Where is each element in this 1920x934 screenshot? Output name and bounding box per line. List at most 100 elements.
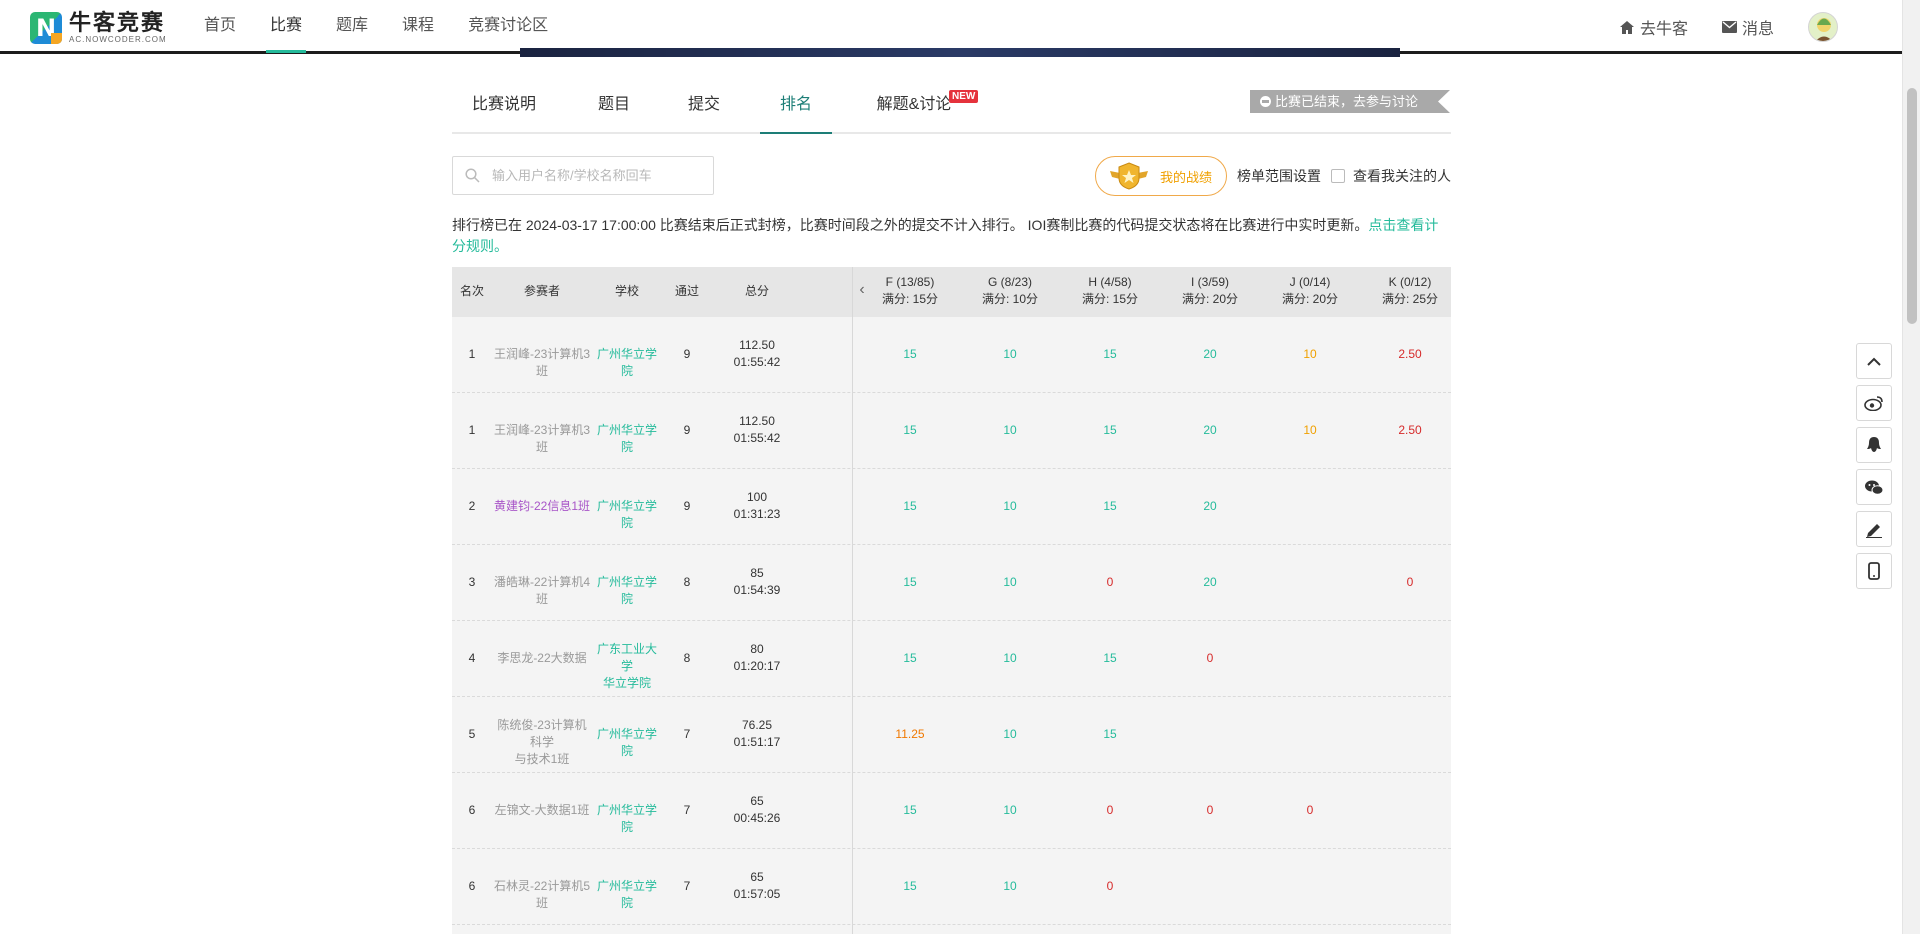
header-passed: 通过: [674, 284, 699, 298]
mobile-app-button[interactable]: [1856, 553, 1892, 589]
search-input[interactable]: [492, 168, 692, 183]
wechat-icon: [1865, 480, 1884, 495]
row-score-line: 85: [750, 566, 764, 580]
row-score: 112.50 01:55:42: [712, 337, 802, 371]
messages-link[interactable]: 消息: [1721, 15, 1774, 39]
row-school[interactable]: 广东工业大学 华立学院: [592, 641, 662, 692]
nav-item-home[interactable]: 首页: [204, 0, 236, 54]
row-score: 112.50 01:55:42: [712, 413, 802, 447]
problem-score-cell: 15: [903, 499, 917, 513]
row-rank-line: 1: [468, 347, 476, 361]
follow-checkbox[interactable]: [1331, 169, 1345, 183]
page-scrollbar[interactable]: [1902, 0, 1920, 934]
goto-nowcoder-link[interactable]: 去牛客: [1619, 15, 1688, 39]
nav-item-courses[interactable]: 课程: [402, 0, 434, 54]
chevron-up-icon: [1867, 357, 1881, 366]
problem-score-cell: 15: [903, 803, 917, 817]
problem-score-cell: 10: [1003, 651, 1017, 665]
problem-score-cell: 10: [1003, 803, 1017, 817]
problem-title: G (8/23): [987, 275, 1032, 289]
row-score: 80 01:20:17: [712, 641, 802, 675]
problem-score-cell: 10: [1003, 347, 1017, 361]
share-wechat-button[interactable]: [1856, 469, 1892, 505]
header-problem[interactable]: G (8/23) 满分: 10分: [969, 274, 1051, 308]
row-school[interactable]: 广州华立学院: [592, 422, 662, 456]
row-school[interactable]: 广州华立学院: [592, 726, 662, 760]
header-problem[interactable]: K (0/12) 满分: 25分: [1369, 274, 1451, 308]
feedback-button[interactable]: [1856, 511, 1892, 547]
row-school[interactable]: 广州华立学院: [592, 574, 662, 608]
row-school-line: 广州华立学院: [596, 423, 657, 454]
row-participant-line: 左锦文-大数据1班: [494, 803, 590, 817]
problem-score-cell: 15: [903, 651, 917, 665]
row-rank-line: 6: [468, 879, 476, 893]
ranking-range-settings[interactable]: 榜单范围设置: [1237, 166, 1321, 186]
row-school[interactable]: 广州华立学院: [592, 498, 662, 532]
header-problem[interactable]: H (4/58) 满分: 15分: [1069, 274, 1151, 308]
row-participant[interactable]: 李思龙-22大数据: [492, 650, 592, 667]
row-score: 100 01:31:23: [712, 489, 802, 523]
header-participant: 参赛者: [523, 284, 560, 298]
side-toolbar: [1856, 343, 1892, 595]
scrollbar-thumb[interactable]: [1907, 88, 1917, 324]
row-passed-line: 7: [683, 727, 691, 741]
problem-score-cell: 0: [1106, 803, 1114, 817]
problem-score-cell: 15: [903, 423, 917, 437]
row-participant-line: 黄建钧-22信息1班: [493, 499, 591, 513]
avatar-icon[interactable]: [1808, 12, 1838, 42]
contest-ended-banner[interactable]: 比赛已结束，去参与讨论: [1250, 90, 1450, 113]
my-record-button[interactable]: 我的战绩: [1095, 156, 1227, 196]
row-passed: 7: [662, 802, 712, 819]
header-problem[interactable]: F (13/85) 满分: 15分: [869, 274, 951, 308]
row-score-line: 01:31:23: [733, 507, 781, 521]
header-problem[interactable]: J (0/14) 满分: 20分: [1269, 274, 1351, 308]
row-participant[interactable]: 黄建钧-22信息1班: [492, 498, 592, 515]
chevron-left-icon[interactable]: ‹: [854, 281, 870, 298]
back-to-top-button[interactable]: [1856, 343, 1892, 379]
row-rank-line: 6: [468, 803, 476, 817]
nav-item-contest[interactable]: 比赛: [266, 0, 307, 54]
row-passed: 8: [662, 650, 712, 667]
row-score-line: 112.50: [739, 338, 775, 352]
row-school[interactable]: 广州华立学院: [592, 878, 662, 912]
messages-label: 消息: [1741, 21, 1774, 38]
share-weibo-button[interactable]: [1856, 385, 1892, 421]
header-problem[interactable]: I (3/59) 满分: 20分: [1169, 274, 1251, 308]
row-participant[interactable]: 陈统俊-23计算机科学 与技术1班: [492, 717, 592, 768]
row-score-line: 112.50: [739, 414, 775, 428]
table-row: 2 黄建钧-22信息1班 广州华立学院 9 100 01:31:23 15 10 15 20: [452, 469, 1451, 545]
row-participant[interactable]: 王润峰-23计算机3班: [492, 422, 592, 456]
row-participant[interactable]: 王润峰-23计算机3班: [492, 346, 592, 380]
row-school[interactable]: 广州华立学院: [592, 802, 662, 836]
row-participant[interactable]: 潘皓琳-22计算机4班: [492, 574, 592, 608]
tab-contest-info[interactable]: 比赛说明: [452, 83, 556, 134]
share-qq-button[interactable]: [1856, 427, 1892, 463]
problem-full-score: 满分: 20分: [1181, 292, 1239, 306]
row-rank: 6: [452, 802, 492, 819]
nav-item-discuss[interactable]: 竞赛讨论区: [468, 0, 548, 54]
row-passed-line: 8: [683, 575, 691, 589]
problem-score-cell: 0: [1106, 575, 1114, 589]
row-participant-line: 与技术1班: [514, 752, 570, 766]
row-participant-line: 石林灵-22计算机5班: [493, 879, 591, 910]
minus-circle-icon: [1260, 96, 1271, 107]
row-participant-line: 潘皓琳-22计算机4班: [493, 575, 591, 606]
row-participant[interactable]: 石林灵-22计算机5班: [492, 878, 592, 912]
tab-problems[interactable]: 题目: [584, 83, 644, 134]
tab-ranking[interactable]: 排名: [760, 83, 832, 134]
row-score: 85 01:54:39: [712, 565, 802, 599]
problem-score-cell: 0: [1306, 803, 1314, 817]
row-school[interactable]: 广州华立学院: [592, 346, 662, 380]
row-passed-line: 9: [683, 347, 691, 361]
tab-submissions[interactable]: 提交: [674, 83, 734, 134]
problem-score-cell: 15: [903, 347, 917, 361]
row-score-line: 100: [746, 490, 768, 504]
row-school-line: 广东工业大学: [596, 642, 657, 673]
row-participant-line: 王润峰-23计算机3班: [493, 347, 591, 378]
problem-score-cell: 2.50: [1398, 423, 1422, 437]
nav-item-problems[interactable]: 题库: [336, 0, 368, 54]
row-participant[interactable]: 左锦文-大数据1班: [492, 802, 592, 819]
brand-logo[interactable]: 牛客竞赛 AC.NOWCODER.COM: [30, 10, 167, 46]
row-score-line: 01:57:05: [733, 887, 781, 901]
follow-filter[interactable]: 查看我关注的人: [1331, 166, 1451, 186]
